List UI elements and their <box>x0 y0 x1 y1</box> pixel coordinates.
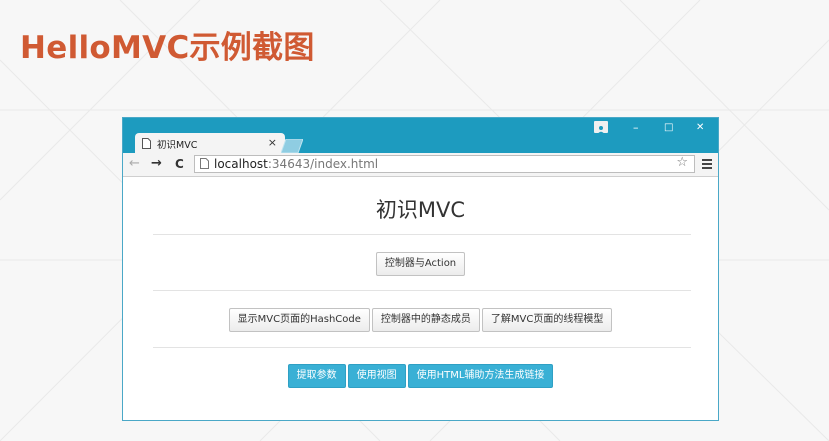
bookmark-star-icon[interactable]: ☆ <box>676 155 688 171</box>
tab-title: 初识MVC <box>157 140 198 151</box>
address-bar[interactable]: localhost:34643/index.html ☆ <box>194 155 695 173</box>
use-view-button[interactable]: 使用视图 <box>347 364 406 388</box>
divider <box>153 234 691 235</box>
tab-close-icon[interactable]: × <box>268 136 277 149</box>
forward-icon[interactable]: → <box>151 157 162 171</box>
divider <box>153 290 691 291</box>
page-icon <box>142 138 151 149</box>
minimize-icon[interactable]: – <box>633 121 639 135</box>
slide-title: HelloMVC示例截图 <box>20 30 315 66</box>
new-tab-button[interactable] <box>281 139 303 153</box>
close-window-icon[interactable]: ✕ <box>696 121 704 135</box>
reload-icon[interactable]: C <box>175 157 184 171</box>
controller-action-button[interactable]: 控制器与Action <box>375 252 466 276</box>
button-row-3: 提取参数 使用视图 使用HTML辅助方法生成链接 <box>123 364 718 388</box>
menu-icon[interactable] <box>702 159 712 171</box>
button-row-2: 显示MVC页面的HashCode 控制器中的静态成员 了解MVC页面的线程模型 <box>123 308 718 332</box>
title-bar: 初识MVC × – □ ✕ <box>123 118 718 154</box>
browser-toolbar: ← → C localhost:34643/index.html ☆ <box>123 153 718 177</box>
button-row-1: 控制器与Action <box>123 252 718 276</box>
static-members-button[interactable]: 控制器中的静态成员 <box>371 308 480 332</box>
html-helper-link-button[interactable]: 使用HTML辅助方法生成链接 <box>407 364 554 388</box>
url-path: :34643/index.html <box>267 157 379 171</box>
url-host: localhost <box>214 157 268 171</box>
show-hashcode-button[interactable]: 显示MVC页面的HashCode <box>228 308 370 332</box>
url-text: localhost:34643/index.html <box>214 156 378 172</box>
thread-model-button[interactable]: 了解MVC页面的线程模型 <box>481 308 613 332</box>
extract-params-button[interactable]: 提取参数 <box>287 364 346 388</box>
maximize-icon[interactable]: □ <box>664 121 673 135</box>
page-heading: 初识MVC <box>375 198 466 222</box>
divider <box>153 347 691 348</box>
document-icon <box>200 158 209 169</box>
back-icon[interactable]: ← <box>129 157 140 171</box>
browser-tab[interactable]: 初识MVC × <box>135 133 285 154</box>
user-icon[interactable] <box>594 121 608 134</box>
browser-window: 初识MVC × – □ ✕ ← → C localhost:34643/inde… <box>122 117 719 421</box>
